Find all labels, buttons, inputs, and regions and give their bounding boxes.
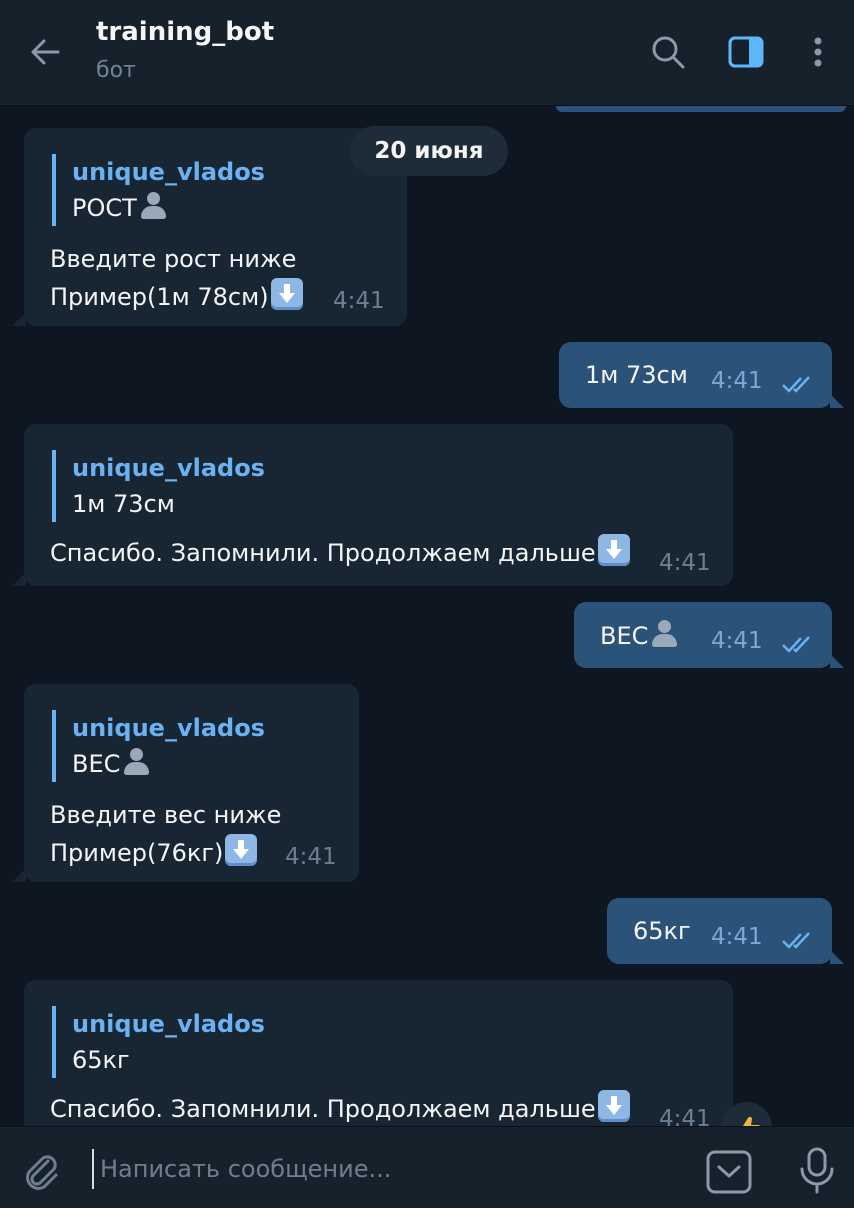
- attach-button[interactable]: [18, 1147, 64, 1193]
- down-arrow-emoji-icon: [597, 1090, 630, 1122]
- back-button[interactable]: [24, 30, 68, 74]
- down-arrow-emoji-icon: [225, 834, 258, 866]
- message-time: 4:41: [285, 844, 337, 870]
- message-line: Пример(1м 78см): [50, 283, 269, 311]
- bot-commands-button[interactable]: [704, 1149, 754, 1195]
- microphone-icon: [800, 1147, 834, 1194]
- read-checkmarks-icon: [782, 932, 810, 949]
- more-vertical-icon: [814, 37, 822, 67]
- message-time: 4:41: [659, 550, 711, 576]
- chat-header: training_bot бот: [0, 0, 854, 106]
- message-time: 4:41: [659, 1106, 711, 1126]
- outgoing-message[interactable]: 65кг 4:41: [607, 898, 844, 964]
- chat-subtitle: бот: [96, 58, 136, 83]
- incoming-message[interactable]: unique_vlados РОСТ Введите рост ниже При…: [12, 128, 407, 326]
- message-line: Введите вес ниже: [50, 801, 282, 829]
- message-text: Введите рост ниже Пример(1м 78см): [50, 240, 303, 316]
- message-text: Спасибо. Запомнили. Продолжаем дальше: [50, 1090, 630, 1126]
- down-arrow-emoji-icon: [597, 534, 630, 566]
- quote-text-line: РОСТ: [72, 190, 265, 226]
- more-menu-button[interactable]: [796, 30, 840, 74]
- back-arrow-icon: [31, 39, 60, 65]
- outgoing-message[interactable]: 1м 73см 4:41: [559, 342, 844, 408]
- message-line: Спасибо. Запомнили. Продолжаем дальше: [50, 539, 596, 567]
- previous-message-edge: [556, 106, 846, 112]
- quote-text: ВЕС: [72, 750, 121, 778]
- message-text: 65кг: [633, 917, 691, 945]
- search-icon: [652, 36, 685, 69]
- incoming-message[interactable]: unique_vlados ВЕС Введите вес ниже Приме…: [12, 684, 359, 882]
- message-input[interactable]: [92, 1149, 672, 1189]
- reply-quote[interactable]: unique_vlados 1м 73см: [52, 450, 265, 522]
- person-silhouette-emoji-icon: [139, 190, 167, 220]
- quote-text-line: ВЕС: [72, 746, 265, 782]
- message-text-line: ВЕС: [600, 618, 678, 653]
- search-button[interactable]: [646, 30, 690, 74]
- quote-author: unique_vlados: [72, 454, 265, 482]
- outgoing-message[interactable]: ВЕС 4:41: [574, 602, 844, 668]
- quote-author: unique_vlados: [72, 1010, 265, 1038]
- reply-quote[interactable]: unique_vlados 65кг: [52, 1006, 265, 1078]
- message-line-with-emoji: Пример(1м 78см): [50, 278, 303, 316]
- message-line-with-emoji: Пример(76кг): [50, 834, 281, 872]
- quote-text: 65кг: [72, 1046, 130, 1074]
- message-time: 4:41: [711, 628, 763, 654]
- message-composer: [0, 1126, 854, 1208]
- voice-message-button[interactable]: [794, 1145, 840, 1195]
- side-panel-button[interactable]: [724, 30, 768, 74]
- message-line: Введите рост ниже: [50, 245, 297, 273]
- paperclip-icon: [26, 1155, 58, 1190]
- quote-text: 1м 73см: [72, 490, 175, 518]
- chat-title[interactable]: training_bot: [96, 17, 274, 47]
- person-silhouette-emoji-icon: [122, 746, 150, 776]
- message-list[interactable]: unique_vlados РОСТ Введите рост ниже При…: [0, 106, 854, 1126]
- incoming-message[interactable]: unique_vlados 65кг Спасибо. Запомнили. П…: [24, 980, 733, 1126]
- message-time: 4:41: [711, 368, 763, 394]
- down-arrow-emoji-icon: [270, 278, 303, 310]
- date-separator: 20 июня: [350, 126, 508, 176]
- reply-quote[interactable]: unique_vlados РОСТ: [52, 154, 265, 226]
- reply-quote[interactable]: unique_vlados ВЕС: [52, 710, 265, 782]
- quote-author: unique_vlados: [72, 158, 265, 186]
- read-checkmarks-icon: [782, 636, 810, 653]
- read-checkmarks-icon: [782, 376, 810, 393]
- side-panel-icon: [728, 36, 764, 68]
- message-text: ВЕС: [600, 622, 649, 650]
- message-time: 4:41: [333, 288, 385, 314]
- quote-text: РОСТ: [72, 194, 137, 222]
- message-line: Спасибо. Запомнили. Продолжаем дальше: [50, 1095, 596, 1123]
- bot-commands-icon: [706, 1150, 752, 1194]
- message-line: Пример(76кг): [50, 839, 224, 867]
- message-text: Спасибо. Запомнили. Продолжаем дальше: [50, 534, 630, 572]
- person-silhouette-emoji-icon: [650, 618, 678, 648]
- message-text: 1м 73см: [585, 361, 688, 389]
- incoming-message[interactable]: unique_vlados 1м 73см Спасибо. Запомнили…: [12, 424, 733, 586]
- message-time: 4:41: [711, 924, 763, 950]
- message-text: Введите вес ниже Пример(76кг): [50, 796, 281, 872]
- quote-author: unique_vlados: [72, 714, 265, 742]
